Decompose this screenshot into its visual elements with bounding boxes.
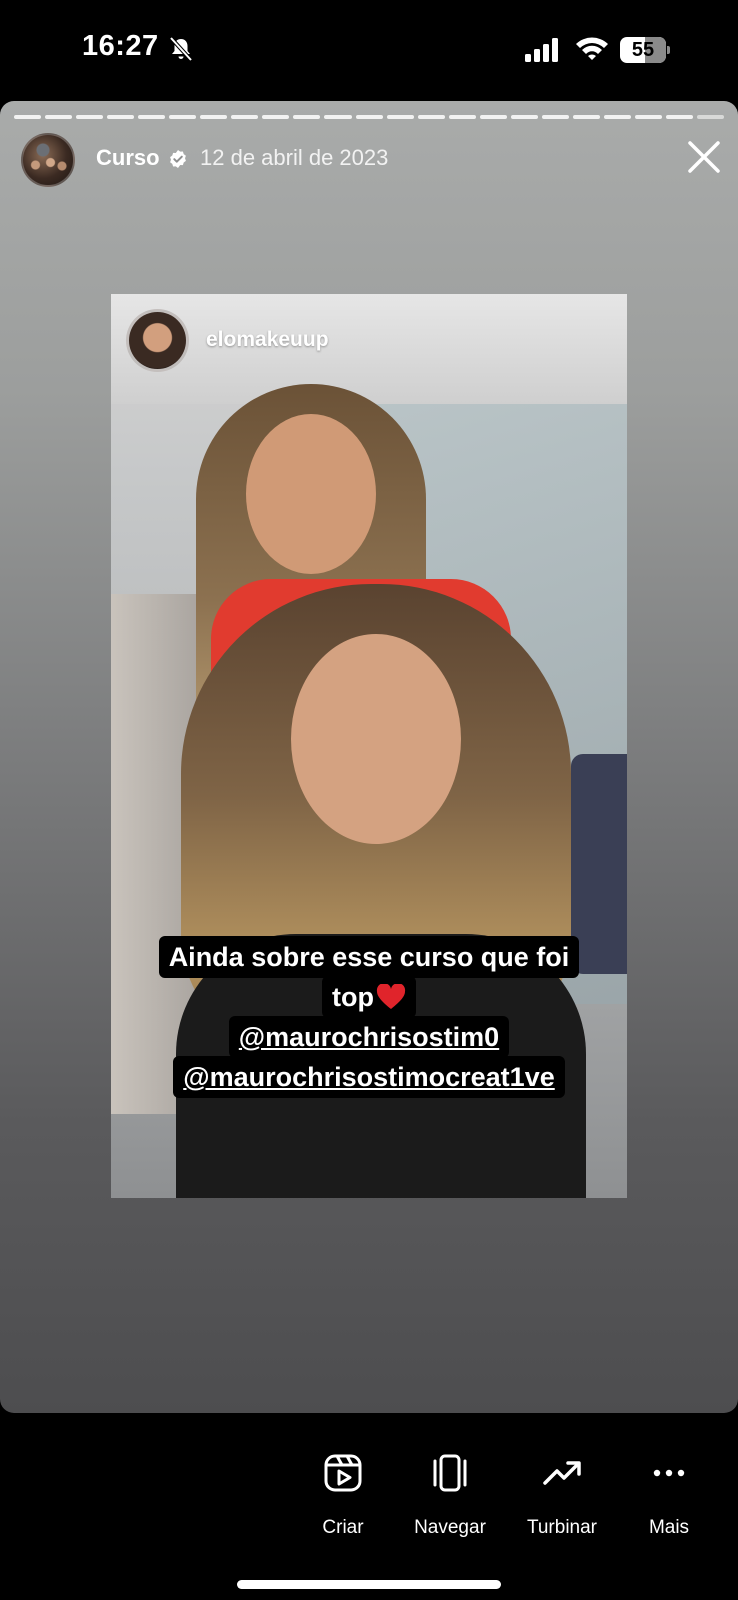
story-username[interactable]: Curso xyxy=(96,145,160,171)
create-button[interactable]: Criar xyxy=(288,1453,398,1539)
progress-segment xyxy=(479,115,507,119)
progress-segment xyxy=(76,115,104,119)
story-progress-bar xyxy=(14,115,725,119)
progress-segment xyxy=(293,115,321,119)
progress-segment xyxy=(107,115,135,119)
more-dots-icon xyxy=(653,1469,685,1477)
story-date: 12 de abril de 2023 xyxy=(200,145,389,170)
progress-segment xyxy=(200,115,228,119)
mention-link-1[interactable]: @maurochrisostim0 xyxy=(228,1016,510,1058)
more-label: Mais xyxy=(648,1517,690,1538)
progress-segment xyxy=(448,115,476,119)
red-heart-icon xyxy=(376,984,406,1009)
progress-segment xyxy=(510,115,538,119)
verified-badge-icon xyxy=(170,150,186,168)
progress-segment xyxy=(355,115,383,119)
bell-muted-icon xyxy=(169,36,193,62)
close-icon[interactable] xyxy=(684,137,724,177)
progress-segment xyxy=(603,115,631,119)
browse-button[interactable]: Navegar xyxy=(395,1453,505,1539)
progress-segment xyxy=(138,115,166,119)
post-author-avatar[interactable] xyxy=(126,309,189,372)
story-header: Curso 12 de abril de 2023 xyxy=(0,129,738,191)
battery-tip xyxy=(667,46,670,54)
story-caption: Ainda sobre esse curso que foi top @maur… xyxy=(111,936,627,1098)
progress-segment xyxy=(417,115,445,119)
reels-create-icon xyxy=(324,1454,362,1492)
progress-segment xyxy=(665,115,694,119)
post-author-username[interactable]: elomakeuup xyxy=(206,328,329,352)
browse-label: Navegar xyxy=(414,1517,486,1538)
trending-up-icon xyxy=(543,1461,581,1485)
progress-segment xyxy=(386,115,414,119)
create-label: Criar xyxy=(322,1517,364,1538)
status-bar: 16:27 55 xyxy=(0,0,738,100)
progress-segment xyxy=(541,115,569,119)
caption-line-1: Ainda sobre esse curso que foi xyxy=(158,936,580,978)
wifi-icon xyxy=(576,37,608,60)
story-toolbar: Criar Navegar Turbinar Mais xyxy=(0,1413,738,1600)
story-avatar[interactable] xyxy=(21,133,75,187)
reposted-story-card[interactable]: elomakeuup Ainda sobre esse curso que fo… xyxy=(111,294,627,1198)
salon-ceiling xyxy=(111,294,627,404)
progress-segment xyxy=(324,115,352,119)
progress-segment xyxy=(169,115,197,119)
progress-segment xyxy=(572,115,600,119)
progress-segment xyxy=(14,115,42,119)
boost-button[interactable]: Turbinar xyxy=(507,1453,617,1539)
progress-segment xyxy=(262,115,290,119)
cellular-signal-icon xyxy=(525,38,558,62)
progress-segment xyxy=(634,115,662,119)
client-face xyxy=(291,634,461,844)
battery-indicator: 55 xyxy=(620,37,670,63)
caption-line-2-text: top xyxy=(332,982,374,1012)
browse-icon xyxy=(433,1454,467,1492)
home-indicator[interactable] xyxy=(237,1580,501,1589)
progress-segment xyxy=(231,115,259,119)
boost-label: Turbinar xyxy=(526,1517,598,1538)
battery-level: 55 xyxy=(631,39,655,61)
status-time: 16:27 xyxy=(82,30,159,62)
progress-segment xyxy=(697,115,725,119)
more-button[interactable]: Mais xyxy=(614,1453,724,1539)
stylist-face xyxy=(246,414,376,574)
progress-segment xyxy=(45,115,73,119)
story-viewer[interactable]: Curso 12 de abril de 2023 elomakeuup Ain… xyxy=(0,101,738,1413)
mention-link-2[interactable]: @maurochrisostimocreat1ve xyxy=(173,1056,565,1098)
caption-line-2: top xyxy=(322,976,416,1018)
